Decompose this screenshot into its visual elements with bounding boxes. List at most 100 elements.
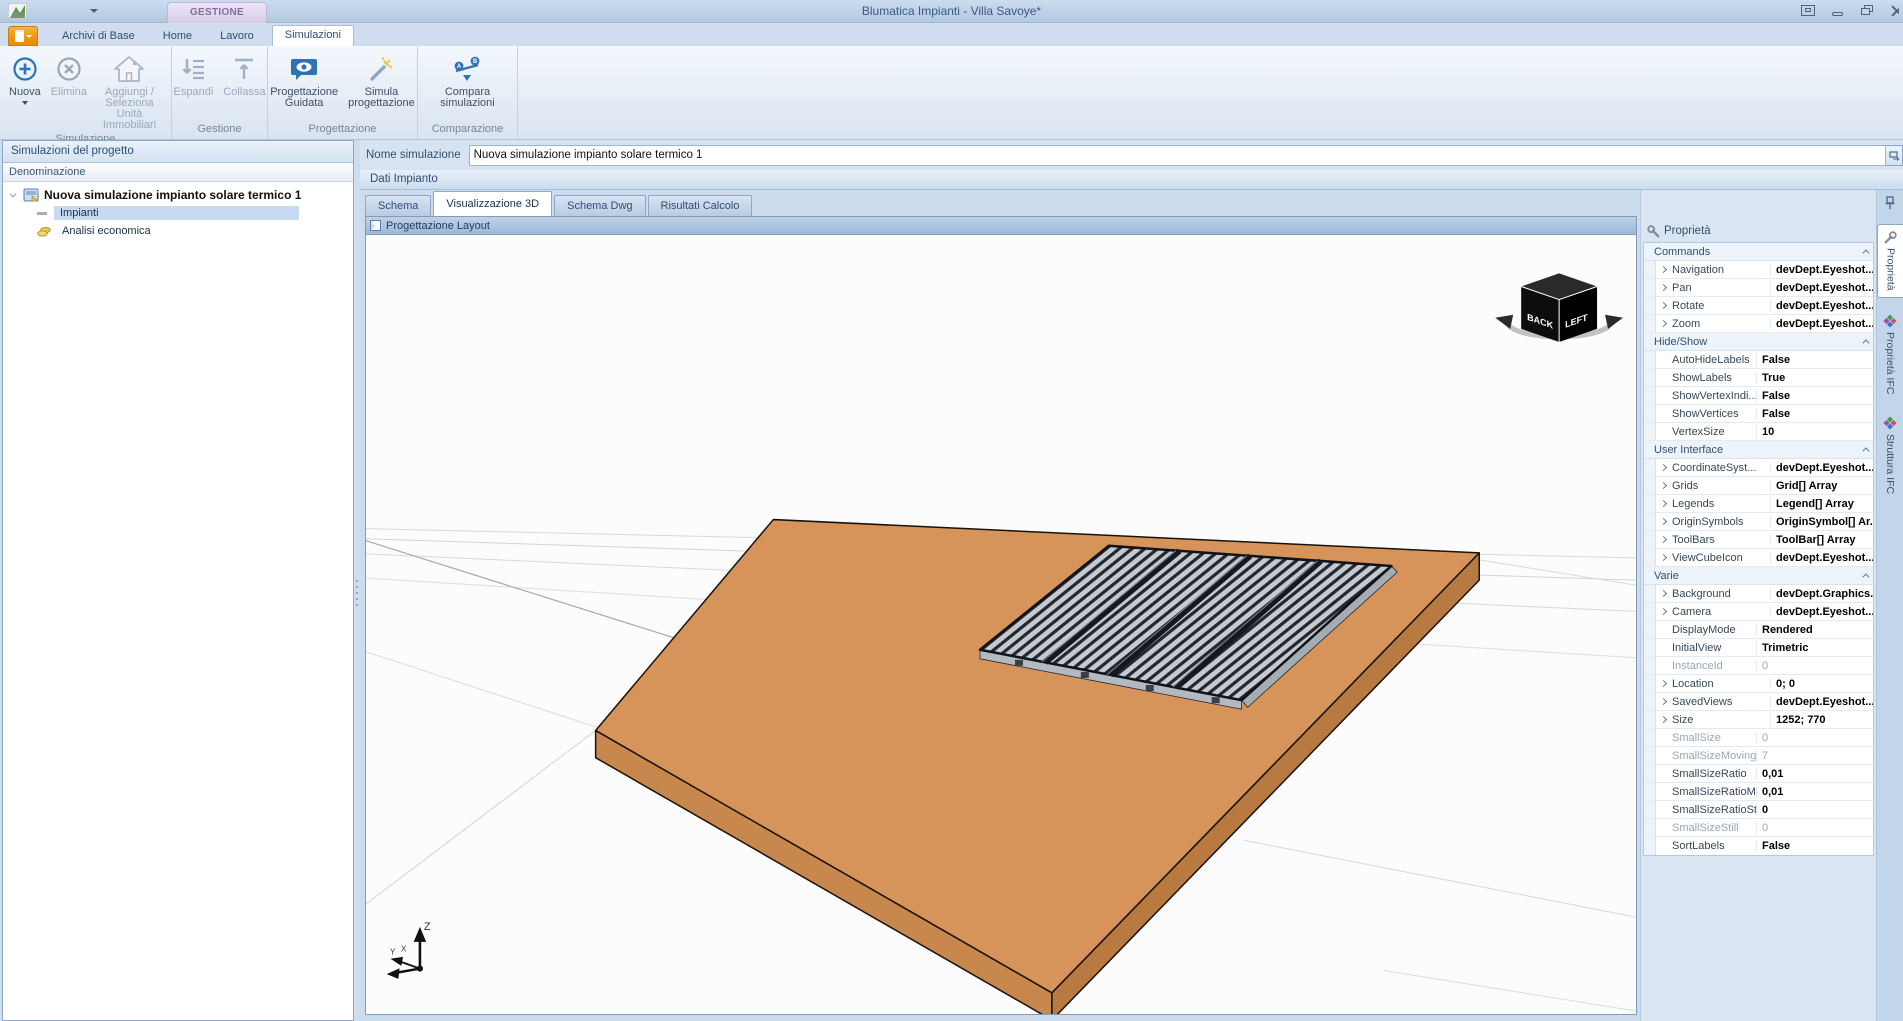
- collapse-icon[interactable]: [1855, 447, 1873, 452]
- expand-icon[interactable]: [1656, 267, 1670, 272]
- wrench-icon: [1647, 225, 1660, 238]
- property-row[interactable]: ShowLabelsTrue: [1644, 369, 1873, 387]
- side-tab-proprieta[interactable]: Proprietà: [1877, 224, 1903, 298]
- property-row[interactable]: PandevDept.Eyeshot....: [1644, 279, 1873, 297]
- property-row[interactable]: ShowVertexIndi...False: [1644, 387, 1873, 405]
- property-row[interactable]: GridsGrid[] Array: [1644, 477, 1873, 495]
- property-row[interactable]: SmallSizeRatio0,01: [1644, 765, 1873, 783]
- axis-y-label: Y: [390, 947, 396, 956]
- main-area: Simulazioni del progetto Denominazione N…: [0, 140, 1903, 1021]
- tab-archivi-di-base[interactable]: Archivi di Base: [52, 26, 145, 46]
- espandi-button[interactable]: Espandi: [169, 52, 219, 100]
- elimina-button[interactable]: Elimina: [46, 52, 92, 100]
- property-row[interactable]: ZoomdevDept.Eyeshot....: [1644, 315, 1873, 333]
- property-row[interactable]: SortLabelsFalse: [1644, 837, 1873, 855]
- expand-rows-icon: [179, 54, 207, 84]
- 3d-canvas-container: Progettazione Layout: [365, 216, 1637, 1015]
- expand-icon[interactable]: [1656, 303, 1670, 308]
- expand-icon[interactable]: [1656, 465, 1670, 470]
- expand-icon[interactable]: [1656, 285, 1670, 290]
- collapse-icon[interactable]: [1855, 249, 1873, 254]
- property-row[interactable]: NavigationdevDept.Eyeshot....: [1644, 261, 1873, 279]
- pin-icon[interactable]: [1884, 196, 1896, 210]
- property-row[interactable]: AutoHideLabelsFalse: [1644, 351, 1873, 369]
- application-menu-button[interactable]: [8, 26, 38, 46]
- property-row[interactable]: LegendsLegend[] Array: [1644, 495, 1873, 513]
- ifc-icon: [1883, 314, 1897, 328]
- svg-text:A: A: [457, 64, 462, 70]
- category-commands[interactable]: Commands: [1644, 243, 1873, 261]
- expand-icon[interactable]: [1656, 555, 1670, 560]
- collapse-icon[interactable]: [1855, 573, 1873, 578]
- property-row[interactable]: ToolBarsToolBar[] Array: [1644, 531, 1873, 549]
- axis-x-label: X: [401, 944, 407, 953]
- simulation-tree: Nuova simulazione impianto solare termic…: [3, 182, 353, 1020]
- tab-schema[interactable]: Schema: [365, 195, 431, 216]
- property-row[interactable]: SmallSizeRatioStill0: [1644, 801, 1873, 819]
- property-row[interactable]: DisplayModeRendered: [1644, 621, 1873, 639]
- progettazione-guidata-button[interactable]: ProgettazioneGuidata: [265, 52, 343, 111]
- property-row[interactable]: CoordinateSyst...devDept.Eyeshot....: [1644, 459, 1873, 477]
- expand-icon[interactable]: [1656, 681, 1670, 686]
- property-row[interactable]: OriginSymbolsOriginSymbol[] Ar...: [1644, 513, 1873, 531]
- column-header-denominazione[interactable]: Denominazione: [3, 163, 353, 182]
- property-row[interactable]: ShowVerticesFalse: [1644, 405, 1873, 423]
- property-row[interactable]: RotatedevDept.Eyeshot....: [1644, 297, 1873, 315]
- tree-root-row[interactable]: Nuova simulazione impianto solare termic…: [3, 186, 353, 204]
- property-row[interactable]: Size1252; 770: [1644, 711, 1873, 729]
- group-label-comparazione: Comparazione: [418, 123, 517, 139]
- tree-item-analisi-economica[interactable]: Analisi economica: [3, 222, 353, 240]
- expand-icon[interactable]: [1656, 591, 1670, 596]
- window-title: Blumatica Impianti - Villa Savoye*: [0, 4, 1903, 18]
- restore-button[interactable]: [1861, 5, 1875, 16]
- property-row[interactable]: CameradevDept.Eyeshot....: [1644, 603, 1873, 621]
- category-varie[interactable]: Varie: [1644, 567, 1873, 585]
- property-row[interactable]: SmallSizeRatioM...0,01: [1644, 783, 1873, 801]
- property-row[interactable]: VertexSize10: [1644, 423, 1873, 441]
- title-bar: GESTIONE LAVORO Blumatica Impianti - Vil…: [0, 0, 1903, 23]
- aggiungi-seleziona-button[interactable]: Aggiungi / SelezionaUnità Immobiliari: [92, 52, 167, 133]
- expand-icon[interactable]: [1656, 483, 1670, 488]
- expand-icon[interactable]: [1656, 519, 1670, 524]
- expand-icon[interactable]: [1656, 609, 1670, 614]
- progettazione-layout-bar[interactable]: Progettazione Layout: [366, 217, 1636, 235]
- collassa-button[interactable]: Collassa: [218, 52, 270, 100]
- category-user-interface[interactable]: User Interface: [1644, 441, 1873, 459]
- rename-button[interactable]: [1886, 145, 1903, 166]
- tab-simulazioni[interactable]: Simulazioni: [272, 25, 354, 46]
- vertical-splitter[interactable]: [354, 140, 360, 1021]
- property-row[interactable]: Location0; 0: [1644, 675, 1873, 693]
- tree-collapse-icon[interactable]: [9, 190, 19, 200]
- tab-home[interactable]: Home: [153, 26, 202, 46]
- simula-progettazione-button[interactable]: Simulaprogettazione: [343, 52, 420, 111]
- svg-text:B: B: [473, 59, 478, 65]
- property-row: SmallSizeStill0: [1644, 819, 1873, 837]
- expand-icon[interactable]: [1656, 717, 1670, 722]
- property-row[interactable]: SavedViewsdevDept.Eyeshot....: [1644, 693, 1873, 711]
- expand-icon[interactable]: [1656, 699, 1670, 704]
- property-row[interactable]: BackgrounddevDept.Graphics....: [1644, 585, 1873, 603]
- compara-simulazioni-button[interactable]: AB Comparasimulazioni: [435, 52, 499, 111]
- tab-visualizzazione-3d[interactable]: Visualizzazione 3D: [433, 191, 552, 216]
- property-row[interactable]: InitialViewTrimetric: [1644, 639, 1873, 657]
- minimize-button[interactable]: [1831, 5, 1845, 16]
- close-button[interactable]: [1891, 5, 1899, 16]
- tab-risultati-calcolo[interactable]: Risultati Calcolo: [648, 195, 753, 216]
- category-hide-show[interactable]: Hide/Show: [1644, 333, 1873, 351]
- expand-icon[interactable]: [1656, 321, 1670, 326]
- expand-icon[interactable]: [1656, 537, 1670, 542]
- simulation-name-input[interactable]: [469, 145, 1886, 166]
- side-tab-proprieta-ifc[interactable]: Proprietà IFC: [1883, 308, 1897, 400]
- tree-item-impianti[interactable]: Impianti: [3, 204, 353, 222]
- tab-lavoro[interactable]: Lavoro: [210, 26, 264, 46]
- splitter-grip[interactable]: [356, 580, 358, 610]
- 3d-viewport[interactable]: BACK LEFT: [366, 235, 1636, 1014]
- application-window: GESTIONE LAVORO Blumatica Impianti - Vil…: [0, 0, 1903, 1021]
- property-row[interactable]: ViewCubeIcondevDept.Eyeshot....: [1644, 549, 1873, 567]
- tab-schema-dwg[interactable]: Schema Dwg: [554, 195, 645, 216]
- nuova-button[interactable]: Nuova: [4, 52, 46, 110]
- fullscreen-button[interactable]: [1801, 5, 1815, 16]
- expand-icon[interactable]: [1656, 501, 1670, 506]
- side-tab-struttura-ifc[interactable]: Struttura IFC: [1883, 410, 1897, 500]
- collapse-icon[interactable]: [1855, 339, 1873, 344]
